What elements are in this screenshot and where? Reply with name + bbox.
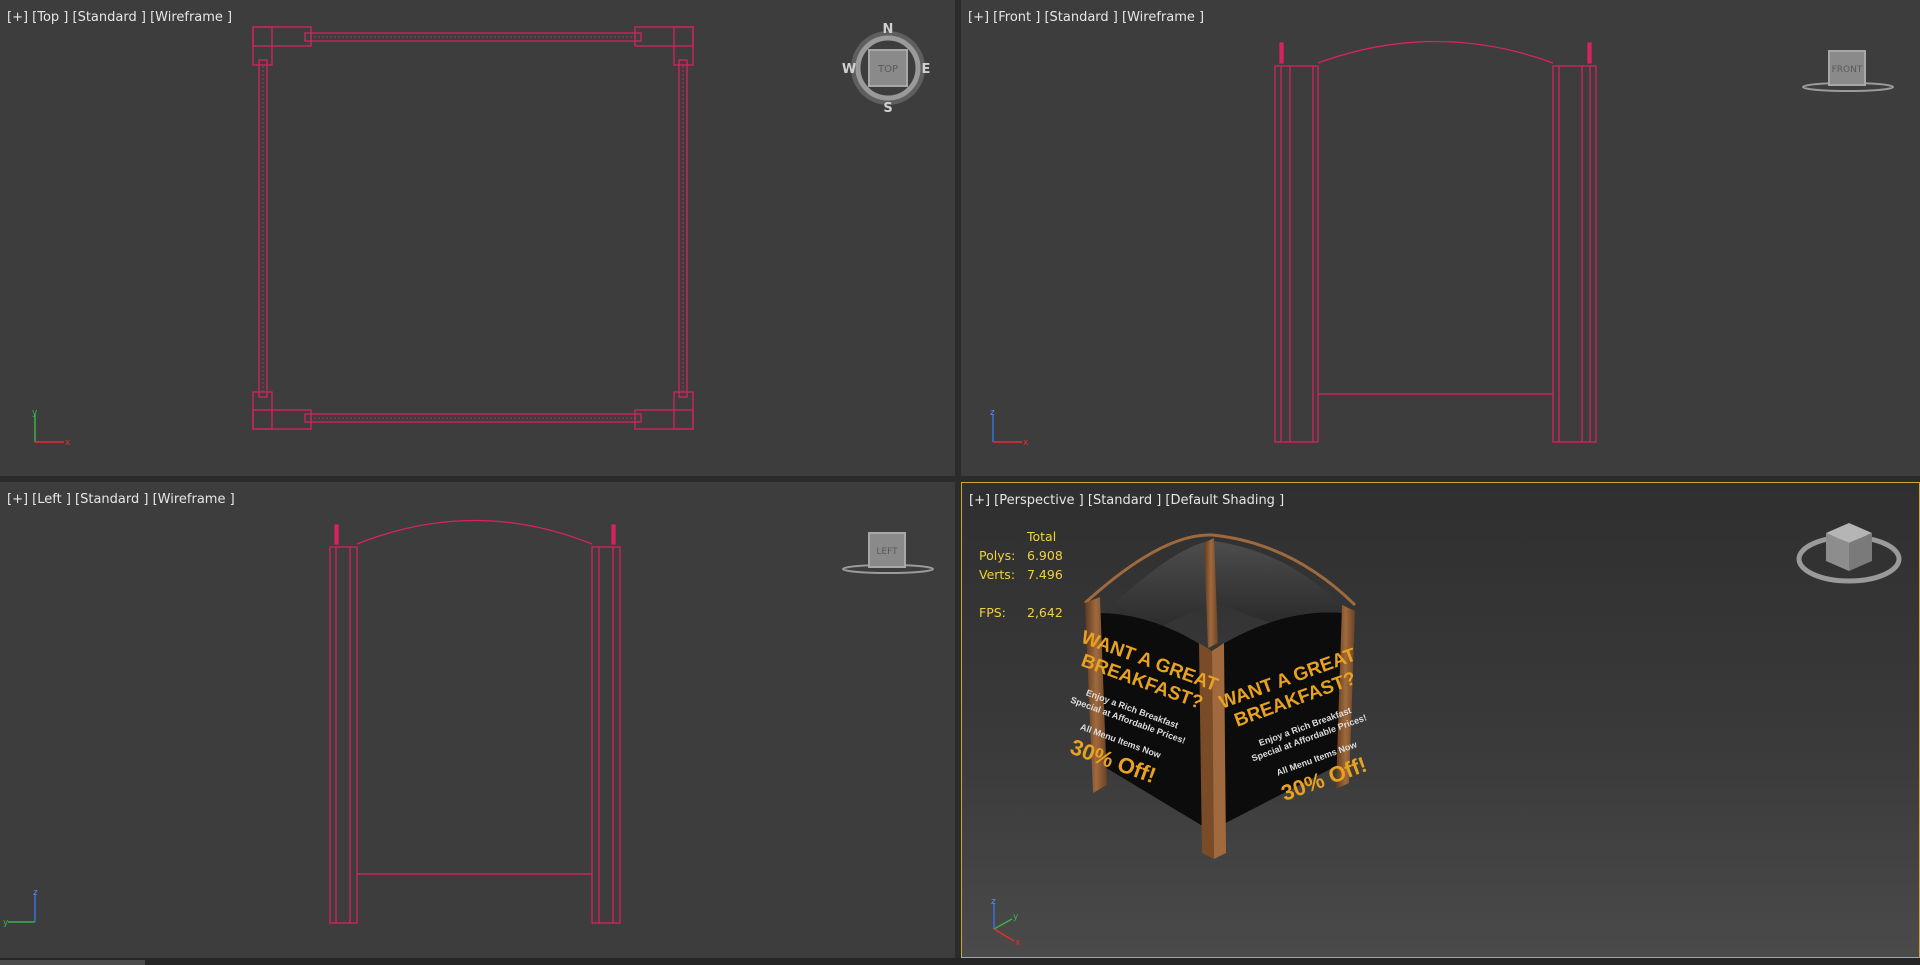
compass-s-label: S [883, 101, 892, 116]
compass-w-label: W [842, 62, 856, 77]
axis-x-label: x [65, 438, 71, 448]
axis-x-label: x [1015, 938, 1021, 948]
bottom-tab[interactable] [0, 960, 145, 965]
axis-tripod-front: z x [990, 408, 1029, 448]
viewcube-perspective[interactable] [1796, 523, 1902, 584]
bottom-strip [0, 958, 1920, 965]
axis-y-label: y [3, 918, 9, 928]
left-wireframe-model: LEFT z y [3, 519, 934, 928]
viewcube-left[interactable]: LEFT [842, 532, 934, 574]
axis-y-label: y [32, 408, 38, 418]
top-wireframe-model: TOP N S E W y x [32, 22, 931, 448]
front-wireframe-model: FRONT z x [990, 40, 1894, 448]
compass-n-label: N [883, 22, 894, 37]
viewcube-front[interactable]: FRONT [1802, 50, 1894, 92]
viewcube-front-face-label: FRONT [1832, 65, 1863, 75]
viewcube-top[interactable]: TOP N S E W [842, 22, 931, 116]
viewcube-left-face-label: LEFT [876, 547, 898, 557]
viewport-left[interactable]: [+] [Left ] [Standard ] [Wireframe ] LEF… [0, 482, 955, 958]
axis-z-label: z [990, 408, 995, 418]
axis-tripod-top: y x [32, 408, 71, 448]
axis-x-label: x [1023, 438, 1029, 448]
axis-z-label: z [991, 897, 996, 907]
viewport-top[interactable]: [+] [Top ] [Standard ] [Wireframe ] TOP … [0, 0, 955, 476]
viewport-perspective[interactable]: [+] [Perspective ] [Standard ] [Default … [961, 482, 1920, 958]
axis-tripod-left: z y [3, 888, 38, 928]
axis-z-label: z [33, 888, 38, 898]
perspective-model-render: WANT A GREAT BREAKFAST? Enjoy a Rich Bre… [991, 523, 1902, 948]
axis-y-label: y [1013, 912, 1019, 922]
compass-e-label: E [922, 62, 931, 77]
viewcube-top-face-label: TOP [877, 64, 898, 75]
axis-tripod-perspective: z y x [991, 897, 1021, 948]
viewport-front[interactable]: [+] [Front ] [Standard ] [Wireframe ] FR… [961, 0, 1920, 476]
